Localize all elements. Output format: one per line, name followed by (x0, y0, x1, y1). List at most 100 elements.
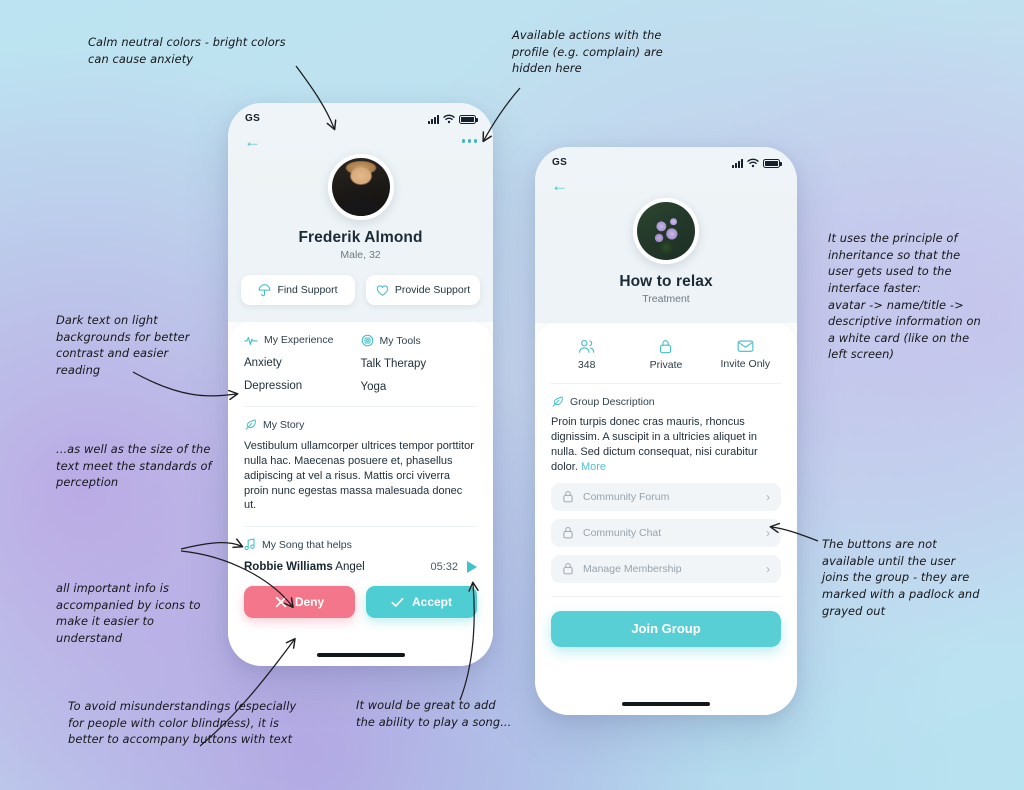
padlock-icon (563, 491, 573, 503)
privacy-label: Private (649, 359, 683, 371)
profile-avatar (228, 154, 493, 220)
annotation-text-size: ...as well as the size of the text meet … (56, 442, 212, 490)
privacy-stat[interactable]: Private (626, 339, 705, 371)
left-nav-row: ← (228, 126, 493, 152)
accept-label: Accept (411, 595, 452, 610)
community-chat-button[interactable]: Community Chat › (551, 518, 781, 547)
manage-membership-label: Manage Membership (583, 562, 682, 575)
phone-left-profile-screen: GS ← Frederik Almond Male, 32 Find Suppo… (228, 103, 493, 666)
song-duration: 05:32 (430, 561, 458, 574)
manage-membership-button[interactable]: Manage Membership › (551, 554, 781, 583)
accept-button[interactable]: Accept (366, 586, 477, 619)
my-experience-heading: My Experience (244, 334, 361, 346)
find-support-label: Find Support (277, 284, 338, 296)
battery-icon (763, 158, 782, 168)
group-description-section: Group Description Proin turpis donec cra… (535, 371, 797, 597)
divider (551, 383, 781, 384)
song-row[interactable]: Robbie Williams Angel 05:32 (244, 561, 477, 574)
annotation-locked-buttons: The buttons are not available until the … (822, 537, 980, 618)
story-text: Vestibulum ullamcorper ultrices tempor p… (244, 440, 474, 512)
play-icon[interactable] (467, 561, 477, 574)
join-group-wrap: Join Group (535, 597, 797, 647)
carrier-label: GS (552, 157, 568, 168)
invite-stat[interactable]: Invite Only (706, 339, 785, 371)
members-stat[interactable]: 348 (547, 339, 626, 371)
profile-subtitle: Male, 32 (340, 249, 381, 261)
profile-name: Frederik Almond (298, 229, 423, 246)
song-artist: Robbie Williams (244, 561, 333, 574)
group-stats: 348 Private Invite Only (535, 323, 797, 371)
group-description-text: Proin turpis donec cras mauris, rhoncus … (551, 415, 781, 475)
decision-buttons: Deny Accept (228, 573, 493, 619)
experience-tools-section: My Experience Anxiety Depression My Tool… (228, 322, 493, 407)
my-tools-label: My Tools (379, 334, 421, 347)
group-description-heading: Group Description (551, 395, 781, 408)
close-x-icon (275, 596, 287, 608)
group-title: How to relax (619, 273, 713, 290)
experience-item: Anxiety (244, 357, 282, 369)
wifi-icon (443, 114, 455, 123)
my-song-label: My Song that helps (262, 538, 352, 551)
my-tools-heading: My Tools (361, 334, 478, 347)
right-content-card: 348 Private Invite Only Group Descriptio… (535, 323, 797, 715)
phone-right-group-screen: GS ← How to relax Treatment 348 Private … (535, 147, 797, 715)
feather-icon (245, 419, 256, 430)
community-chat-label: Community Chat (583, 526, 662, 539)
right-nav-row: ← (535, 170, 797, 196)
envelope-icon (737, 340, 754, 352)
left-phone-header: GS ← Frederik Almond Male, 32 Find Suppo… (228, 103, 493, 322)
home-indicator (228, 618, 493, 666)
invite-label: Invite Only (720, 358, 771, 370)
profile-avatar-photo (331, 158, 390, 216)
carrier-label: GS (245, 113, 261, 124)
group-description-label: Group Description (570, 395, 655, 408)
community-forum-label: Community Forum (583, 490, 670, 503)
feather-icon (552, 396, 563, 407)
profile-action-buttons: Find Support Provide Support (228, 261, 493, 322)
provide-support-label: Provide Support (394, 284, 471, 296)
left-status-bar: GS (228, 103, 493, 126)
heart-icon (376, 284, 389, 296)
chevron-right-icon: › (766, 525, 770, 540)
song-section: My Song that helps Robbie Williams Angel… (228, 527, 493, 574)
members-count: 348 (577, 359, 596, 371)
experience-item: Depression (244, 380, 303, 392)
signal-bars-icon (428, 114, 439, 124)
provide-support-button[interactable]: Provide Support (366, 275, 480, 305)
join-group-button[interactable]: Join Group (551, 610, 781, 647)
back-arrow-icon[interactable]: ← (244, 133, 261, 150)
more-link[interactable]: More (581, 461, 606, 473)
locked-actions-list: Community Forum › Community Chat › Manag… (551, 482, 781, 583)
tools-column: My Tools Talk Therapy Yoga (360, 334, 478, 394)
story-section: My Story Vestibulum ullamcorper ultrices… (228, 407, 493, 528)
music-note-icon (244, 538, 255, 551)
check-icon (391, 597, 404, 607)
wifi-icon (747, 158, 759, 167)
my-experience-label: My Experience (264, 334, 334, 346)
annotation-play-song: It would be great to add the ability to … (356, 698, 512, 729)
deny-label: Deny (294, 595, 325, 610)
lock-icon (660, 340, 672, 354)
back-arrow-icon[interactable]: ← (551, 177, 568, 194)
tools-badge-icon (361, 334, 373, 347)
annotation-inheritance: It uses the principle of inheritance so … (828, 231, 981, 362)
find-support-button[interactable]: Find Support (241, 275, 355, 305)
signal-bars-icon (732, 158, 743, 168)
more-options-icon[interactable] (461, 139, 477, 143)
right-phone-header: GS ← How to relax Treatment (535, 147, 797, 323)
community-forum-button[interactable]: Community Forum › (551, 482, 781, 511)
home-indicator (535, 647, 797, 715)
group-avatar-photo (637, 202, 695, 260)
deny-button[interactable]: Deny (244, 586, 355, 619)
pulse-icon (244, 336, 258, 345)
song-name: Angel (335, 561, 365, 574)
left-content-card: My Experience Anxiety Depression My Tool… (228, 322, 493, 666)
experience-column: My Experience Anxiety Depression (244, 334, 361, 393)
chevron-right-icon: › (766, 561, 770, 576)
umbrella-icon (259, 283, 271, 296)
battery-icon (459, 114, 478, 124)
my-story-label: My Story (263, 418, 305, 431)
group-subtitle: Treatment (642, 293, 690, 305)
my-story-heading: My Story (244, 418, 477, 431)
tool-item: Talk Therapy (360, 358, 427, 370)
